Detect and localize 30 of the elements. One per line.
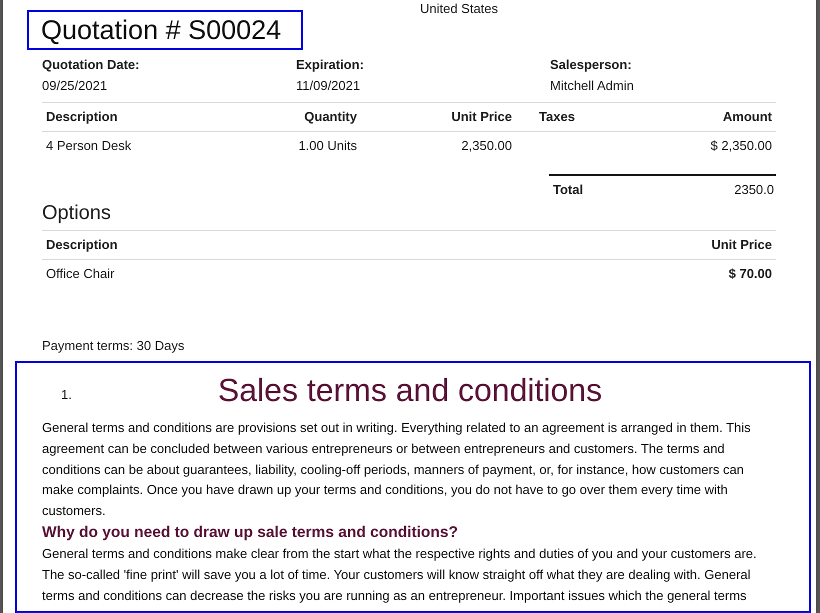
field-value: Mitchell Admin bbox=[550, 78, 635, 93]
field-value: 09/25/2021 bbox=[42, 78, 108, 93]
column-header: Taxes bbox=[516, 102, 598, 132]
quotation-title: Quotation # S00024 bbox=[27, 10, 304, 50]
terms-paragraph: General terms and conditions are provisions set out in writing. Everything related to an agreement is arranged in them. This agreement can be concluded between various entrepreneurs or between entrepreneurs and customers. The terms and conditions can be about guarantees, liability, cooling-off periods, manners of payment, or, for instance, how customers can make complaints. Once you have drawn up your terms and conditions, you do not have to go over them every time with customers. bbox=[42, 419, 752, 520]
terms-subheading: Why do you need to draw up sale terms and conditions? bbox=[42, 522, 459, 543]
terms-paragraph: General terms and conditions make clear from the start what the respective rights and duties of you and your customers are. The so-called 'fine print' will save you a lot of time. Your customers will know straight off what they are dealing with. General terms and conditions can decrease the risks you are running as an entrepreneur. Important issues which the general terms bbox=[42, 544, 758, 605]
table-cell: $ 2,350.00 bbox=[598, 132, 776, 160]
total-value: 2350.0 bbox=[734, 182, 774, 197]
table-cell: 2,350.00 bbox=[361, 132, 516, 160]
field-label: Salesperson: bbox=[550, 57, 633, 72]
table-cell: 1.00 Units bbox=[253, 132, 361, 160]
column-header: Description bbox=[42, 102, 253, 132]
column-header: Unit Price bbox=[361, 102, 516, 132]
table-cell: 4 Person Desk bbox=[42, 132, 253, 160]
terms-heading: Sales terms and conditions bbox=[218, 371, 602, 410]
payment-terms: Payment terms: 30 Days bbox=[42, 338, 186, 353]
column-header: Description bbox=[42, 230, 436, 260]
column-header: Quantity bbox=[253, 102, 361, 132]
section-heading: Options bbox=[42, 202, 112, 225]
column-header: Unit Price bbox=[436, 230, 776, 260]
table-cell: $ 70.00 bbox=[436, 260, 776, 288]
field-label: Expiration: bbox=[296, 57, 365, 72]
total-label: Total bbox=[553, 182, 584, 197]
field-label: Quotation Date: bbox=[42, 57, 140, 72]
address-text: United States bbox=[420, 1, 498, 16]
list-number: 1. bbox=[60, 386, 73, 402]
field-value: 11/09/2021 bbox=[296, 78, 362, 93]
table-cell: Office Chair bbox=[42, 260, 436, 288]
column-header: Amount bbox=[598, 102, 776, 132]
